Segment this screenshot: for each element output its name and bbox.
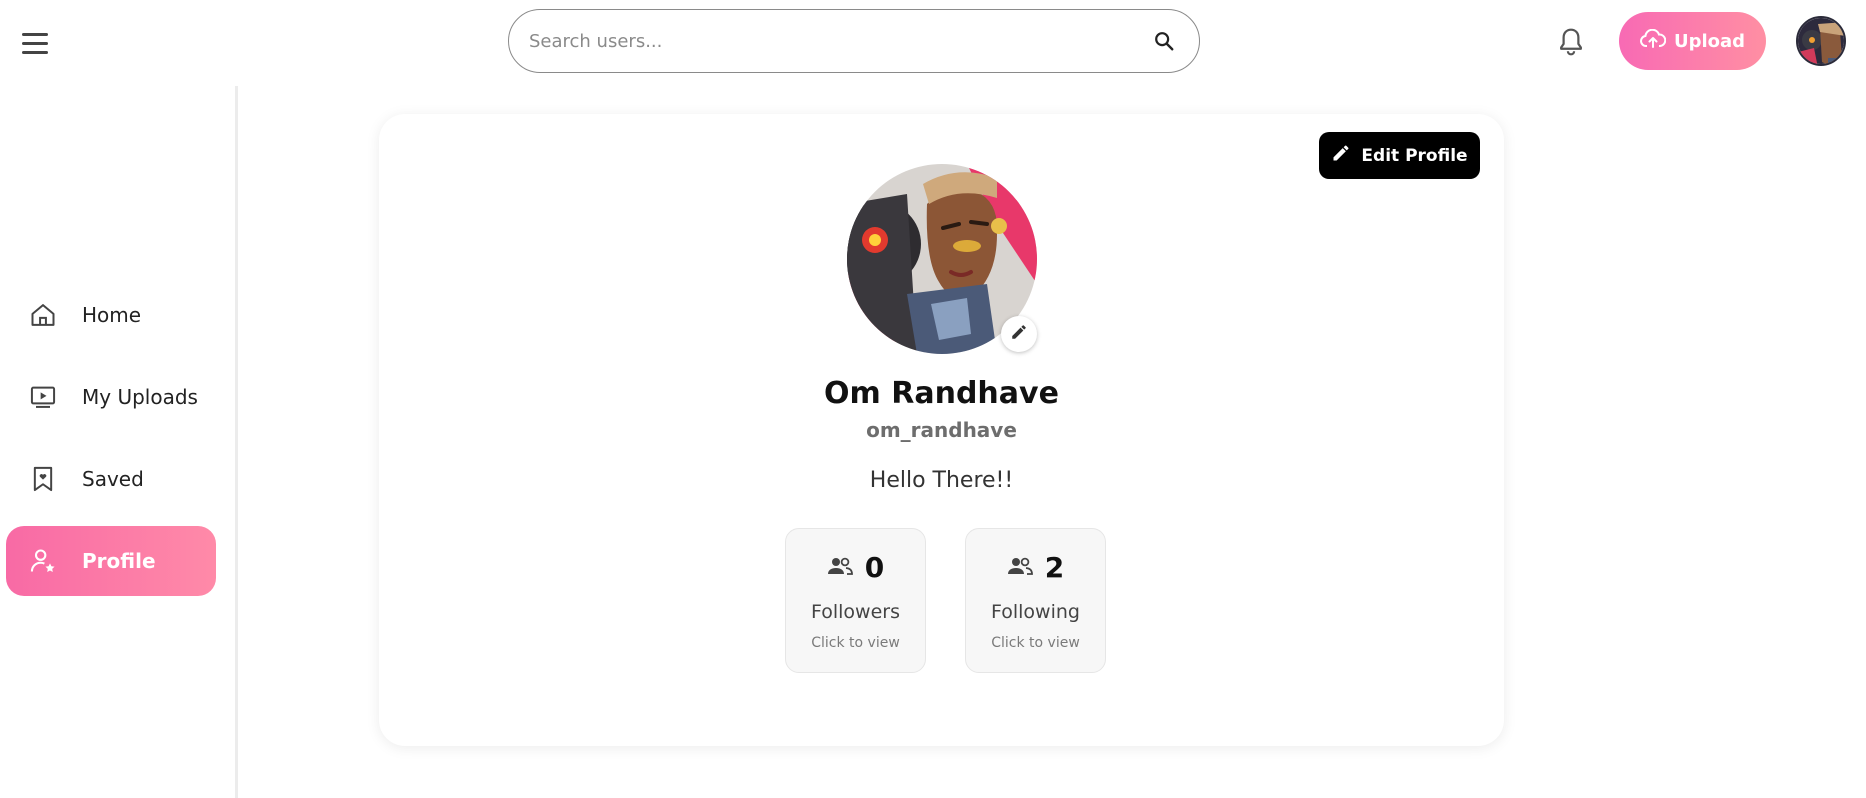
sidebar-item-home[interactable]: Home (6, 280, 216, 350)
profile-name: Om Randhave (824, 376, 1059, 411)
sidebar-item-my-uploads[interactable]: My Uploads (6, 362, 216, 432)
change-avatar-button[interactable] (1001, 316, 1037, 352)
following-row: 2 (966, 551, 1105, 584)
sidebar-item-label: Home (82, 303, 142, 327)
home-icon (28, 300, 58, 330)
video-icon (28, 382, 58, 412)
profile-icon (28, 546, 58, 576)
sidebar: Home My Uploads Saved Profile (0, 86, 238, 798)
edit-profile-label: Edit Profile (1361, 145, 1468, 166)
sidebar-item-label: My Uploads (82, 385, 198, 409)
user-avatar[interactable] (1796, 16, 1846, 66)
edit-profile-button[interactable]: Edit Profile (1319, 132, 1480, 179)
search-icon[interactable] (1151, 28, 1177, 54)
profile-bio: Hello There!! (869, 468, 1014, 493)
following-count: 2 (1044, 551, 1065, 584)
followers-count: 0 (864, 551, 885, 584)
sidebar-item-label: Saved (82, 467, 144, 491)
followers-card[interactable]: 0 Followers Click to view (785, 528, 926, 673)
followers-row: 0 (786, 551, 925, 584)
top-bar: Upload (0, 0, 1866, 86)
following-hint: Click to view (991, 635, 1080, 651)
bookmark-icon (28, 464, 58, 494)
people-icon (827, 556, 853, 580)
profile-username: om_randhave (866, 418, 1017, 442)
pencil-icon (1331, 143, 1351, 168)
followers-label: Followers (811, 601, 900, 623)
following-card[interactable]: 2 Following Click to view (965, 528, 1106, 673)
people-icon (1007, 556, 1033, 580)
following-label: Following (991, 601, 1080, 623)
profile-card: Edit Profile Om Randhave om_randhave Hel… (379, 114, 1504, 746)
upload-label: Upload (1673, 30, 1746, 52)
menu-icon[interactable] (22, 33, 50, 55)
pencil-icon (1010, 323, 1028, 345)
notification-bell-icon[interactable] (1556, 26, 1586, 58)
upload-button[interactable]: Upload (1619, 12, 1766, 70)
followers-hint: Click to view (811, 635, 900, 651)
cloud-upload-icon (1640, 28, 1667, 54)
sidebar-item-profile[interactable]: Profile (6, 526, 216, 596)
search-input[interactable] (529, 30, 1151, 52)
search-bar (508, 9, 1200, 73)
sidebar-item-label: Profile (82, 549, 156, 573)
sidebar-item-saved[interactable]: Saved (6, 444, 216, 514)
